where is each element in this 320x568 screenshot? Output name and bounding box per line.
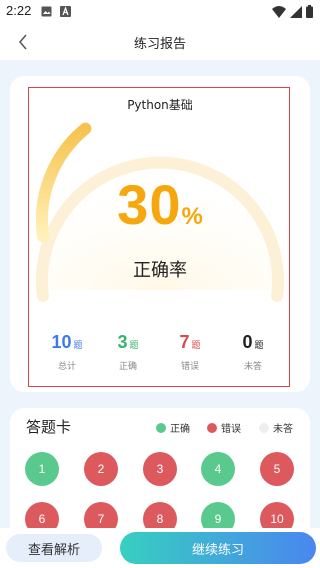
- stat-unanswered-unit: 题: [254, 341, 264, 351]
- stat-wrong-unit: 题: [191, 341, 201, 351]
- legend-wrong-dot: [207, 422, 217, 433]
- question-number: 4: [214, 462, 222, 476]
- percent-sign: %: [181, 203, 203, 230]
- question-number: 5: [273, 462, 281, 476]
- legend-correct-label: 正确: [170, 424, 190, 435]
- a-app-icon: [60, 6, 71, 17]
- stat-correct: 3题 正确: [98, 332, 158, 372]
- stat-total-unit: 题: [73, 341, 83, 351]
- accuracy-value: 30: [117, 173, 182, 236]
- continue-practice-button[interactable]: 继续练习: [120, 532, 316, 564]
- question-ball[interactable]: 5: [260, 452, 294, 486]
- wifi-icon: [272, 6, 286, 18]
- legend-unanswered-dot: [259, 422, 269, 433]
- stat-correct-unit: 题: [129, 341, 139, 351]
- question-ball[interactable]: 2: [84, 452, 118, 486]
- question-number: 9: [214, 512, 222, 526]
- question-number: 6: [38, 512, 46, 526]
- legend-wrong: 错误: [207, 420, 241, 435]
- status-bar: 2:22: [0, 0, 320, 24]
- question-number: 1: [38, 462, 46, 476]
- legend-correct-dot: [156, 422, 166, 433]
- question-ball[interactable]: 1: [25, 452, 59, 486]
- legend-unanswered: 未答: [259, 420, 293, 435]
- signal-icon: [290, 6, 302, 18]
- accuracy-percentage: 30%: [100, 172, 220, 237]
- stat-unanswered-value: 0: [242, 332, 253, 352]
- top-bar: 练习报告: [0, 24, 320, 60]
- stat-unanswered: 0题 未答: [223, 332, 283, 372]
- question-number: 2: [97, 462, 105, 476]
- stat-correct-value: 3: [117, 332, 128, 352]
- stat-total-label: 总计: [57, 362, 76, 372]
- legend-unanswered-label: 未答: [273, 424, 293, 435]
- view-analysis-button[interactable]: 查看解析: [6, 534, 102, 562]
- stat-total: 10 题 总计: [37, 332, 97, 372]
- status-time: 2:22: [6, 3, 32, 18]
- battery-icon: [306, 5, 313, 18]
- stat-correct-label: 正确: [118, 362, 137, 372]
- question-number: 7: [97, 512, 105, 526]
- question-number: 10: [270, 512, 284, 526]
- question-ball[interactable]: 3: [143, 452, 177, 486]
- stat-wrong-value: 7: [179, 332, 190, 352]
- question-ball[interactable]: 4: [201, 452, 235, 486]
- page-title: 练习报告: [133, 37, 186, 52]
- stat-unanswered-label: 未答: [243, 362, 262, 372]
- question-number: 8: [156, 512, 164, 526]
- stat-wrong: 7题 错误: [160, 332, 220, 372]
- image-icon: [41, 6, 52, 17]
- legend-wrong-label: 错误: [221, 424, 241, 435]
- accuracy-label: 正确率: [133, 260, 187, 281]
- answer-card-title: 答题卡: [26, 418, 72, 436]
- stat-wrong-label: 错误: [180, 362, 199, 372]
- legend-correct: 正确: [156, 420, 190, 435]
- question-number: 3: [156, 462, 164, 476]
- stat-total-value: 10: [51, 332, 72, 352]
